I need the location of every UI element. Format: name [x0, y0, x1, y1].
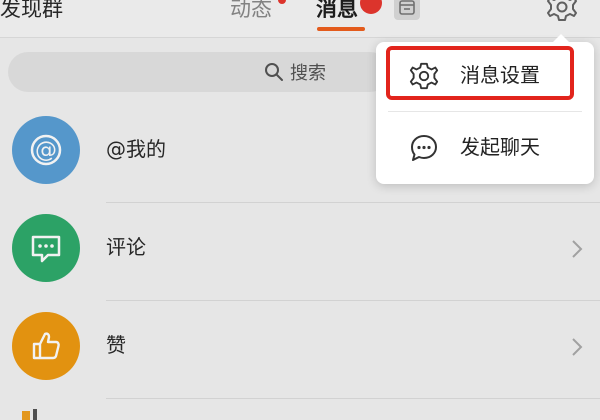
divider [388, 111, 582, 112]
menu-item-label: 发起聊天 [460, 135, 540, 159]
highlight-annotation-box [386, 46, 574, 100]
menu-item-start-chat[interactable]: 发起聊天 [376, 114, 594, 182]
chat-bubble-icon [408, 132, 440, 168]
